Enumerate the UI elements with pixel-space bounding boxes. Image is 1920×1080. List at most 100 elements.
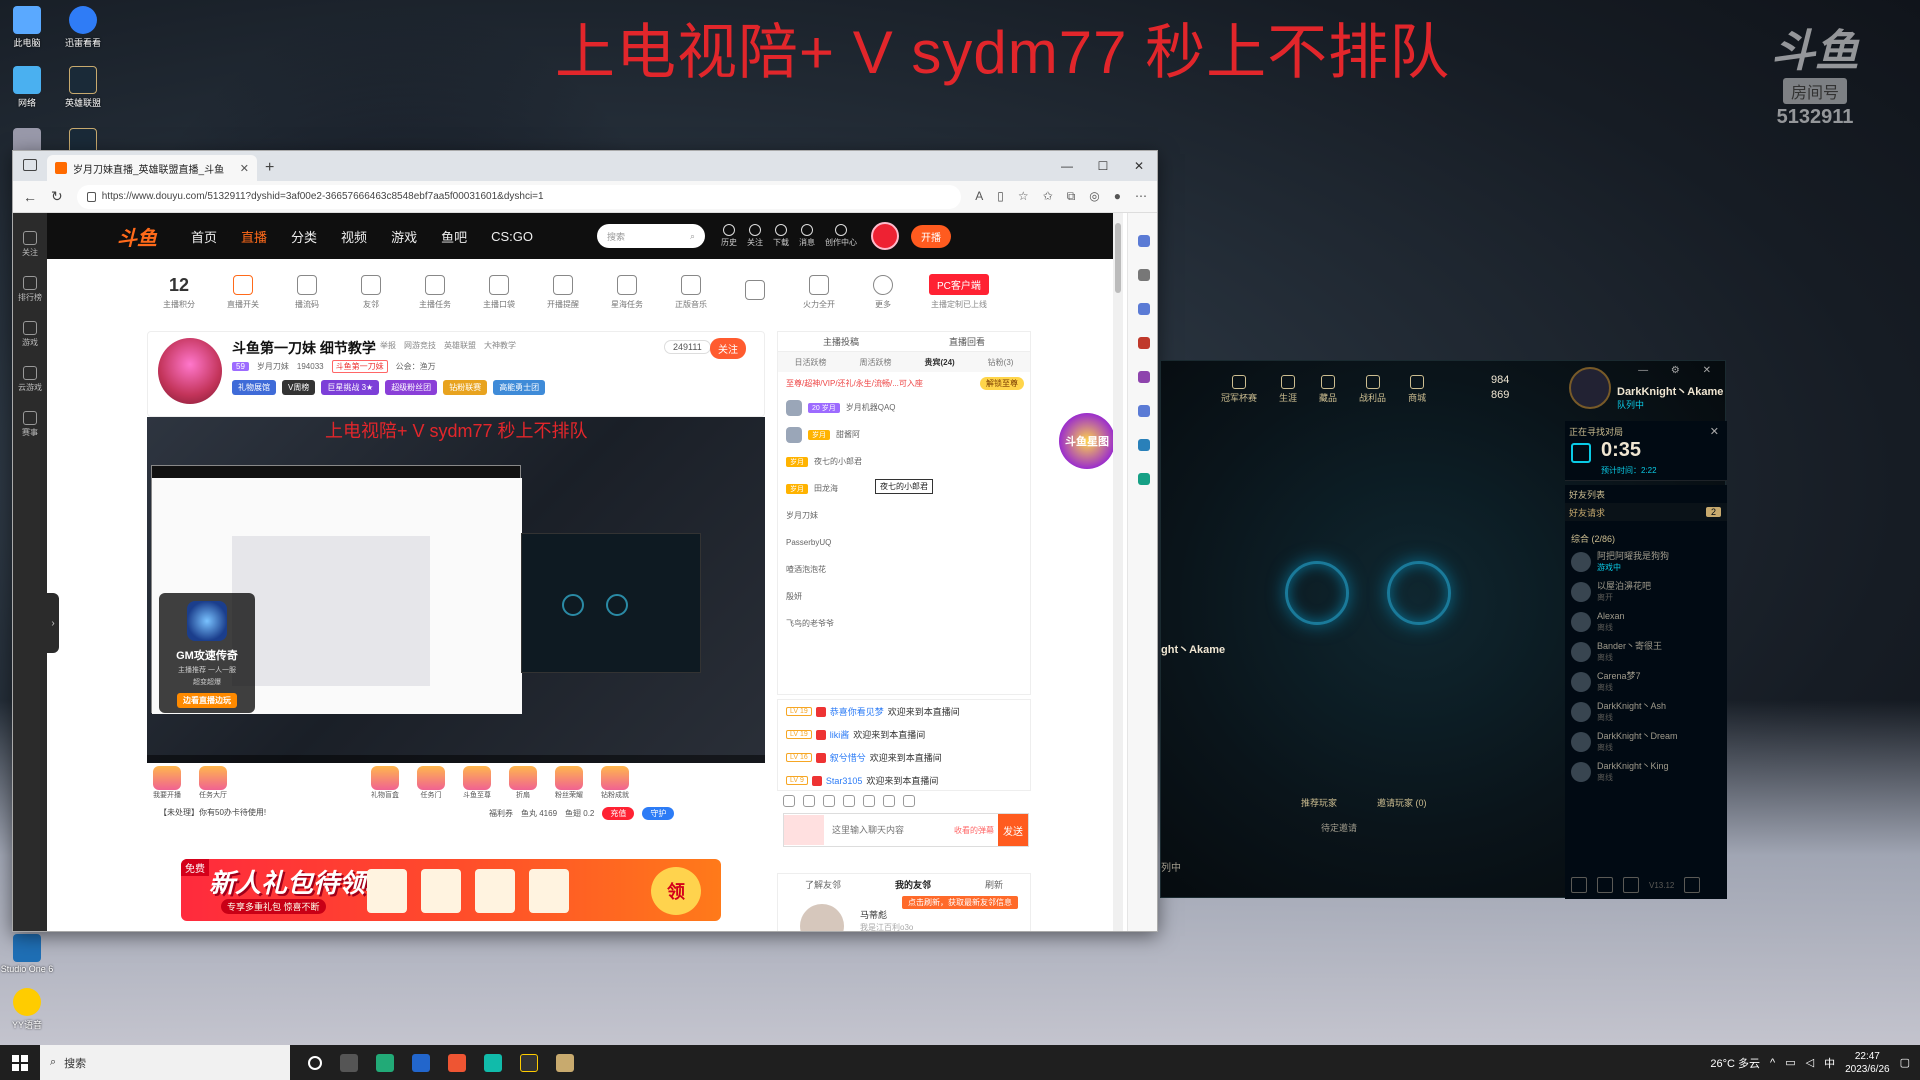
new-tab-icon[interactable]: +: [265, 159, 274, 177]
favorites-icon[interactable]: ✩: [1043, 189, 1053, 204]
list-item[interactable]: 飞鸟的老爷爷: [778, 610, 1030, 637]
guard-button[interactable]: 守护: [642, 807, 675, 820]
rail-game[interactable]: 游戏: [13, 321, 47, 348]
streamer-avatar[interactable]: [158, 338, 222, 404]
search-icon[interactable]: ⌕: [690, 231, 695, 242]
follow-button[interactable]: 关注: [710, 338, 746, 359]
fan-badge-icon[interactable]: [784, 815, 824, 845]
learn-neighbors[interactable]: 了解友邻: [805, 878, 841, 891]
lol-invite-tab[interactable]: 邀请玩家 (0): [1377, 796, 1427, 809]
lol-tab-store[interactable]: 商城: [1408, 374, 1426, 404]
tool-music[interactable]: 正版音乐: [659, 274, 723, 310]
tag-icon[interactable]: [1137, 303, 1150, 315]
streamer-name[interactable]: 岁月刀妹: [257, 361, 289, 372]
pc-client[interactable]: PC客户端 主播定制已上线: [929, 274, 989, 310]
desktop-icon-pc[interactable]: 此电脑: [0, 6, 54, 49]
friend-name[interactable]: 马蒂彪: [860, 908, 887, 921]
lol-tab-collection[interactable]: 藏品: [1319, 374, 1337, 404]
lol-friend-item[interactable]: DarkKnight丶King 离线: [1565, 757, 1727, 787]
list-item[interactable]: 20 岁月 岁月机器QAQ: [778, 394, 1030, 421]
extensions-icon[interactable]: ◎: [1089, 189, 1099, 204]
list-item[interactable]: PasserbyUQ: [778, 529, 1030, 556]
bell-icon[interactable]: [1137, 235, 1150, 247]
video-control-bar[interactable]: [147, 755, 765, 763]
gift-fan[interactable]: 折扇: [503, 766, 543, 800]
tag-star-challenge[interactable]: 巨星挑战 3★: [321, 380, 380, 395]
desktop-icon-lol[interactable]: 英雄联盟: [56, 66, 110, 109]
send-button[interactable]: 发送: [998, 814, 1028, 846]
rail-match[interactable]: 赛事: [13, 411, 47, 438]
tag-fans[interactable]: 超级粉丝团: [385, 380, 438, 395]
tag-warriors[interactable]: 高能勇士团: [493, 380, 546, 395]
tool-tasks[interactable]: 主播任务: [403, 274, 467, 310]
profile-icon[interactable]: ●: [1114, 189, 1121, 204]
game-ad[interactable]: GM攻速传奇 主播推荐 一人一服 超变超爆 边看直播边玩: [159, 593, 255, 713]
tool-star-task[interactable]: 星海任务: [595, 274, 659, 310]
lol-tab-profile[interactable]: 生涯: [1279, 374, 1297, 404]
help-icon[interactable]: [1684, 877, 1701, 893]
my-neighbors[interactable]: 我的友邻: [895, 878, 931, 891]
desktop-icon-yy[interactable]: YY语音: [0, 988, 54, 1031]
taskbar-search[interactable]: ⌕ 搜索: [40, 1045, 290, 1080]
favorite-star-icon[interactable]: ☆: [1018, 189, 1029, 204]
gift-start-live[interactable]: 我要开播: [147, 766, 187, 800]
app-icon-3[interactable]: [448, 1053, 466, 1072]
games-icon[interactable]: [1137, 371, 1150, 383]
refresh-button[interactable]: 刷新: [985, 878, 1003, 891]
nav-yuba[interactable]: 鱼吧: [441, 227, 467, 246]
nav-live[interactable]: 直播: [241, 227, 267, 246]
tool-pocket[interactable]: 主播口袋: [467, 274, 531, 310]
chat-icon[interactable]: [1571, 877, 1587, 893]
user-avatar[interactable]: [871, 222, 899, 250]
card-icon[interactable]: [863, 795, 875, 807]
copilot-icon[interactable]: [1137, 405, 1150, 417]
start-button[interactable]: [0, 1054, 40, 1071]
rail-rank[interactable]: 排行榜: [13, 276, 47, 303]
app-icon-1[interactable]: [376, 1053, 394, 1072]
report-link[interactable]: 举报: [380, 340, 396, 351]
video-player[interactable]: 上电视陪+ V sydm77 秒上不排队 GM攻速传奇 主播推荐 一人一服 超变…: [147, 417, 765, 763]
browser-tab[interactable]: 岁月刀妹直播_英雄联盟直播_斗鱼 ✕: [47, 155, 257, 181]
mic-icon[interactable]: [1623, 877, 1639, 893]
search-icon[interactable]: [1137, 269, 1150, 281]
floating-badge[interactable]: 斗鱼星图: [1059, 413, 1115, 469]
more-menu-icon[interactable]: ⋯: [1135, 189, 1147, 204]
nav-video[interactable]: 视频: [341, 227, 367, 246]
speaker-icon[interactable]: [803, 795, 815, 807]
outlook-icon[interactable]: [1137, 439, 1150, 451]
pc-client-button[interactable]: PC客户端: [929, 274, 989, 295]
newbie-banner[interactable]: 免费 新人礼包待领取 专享多重礼包 惊喜不断 领: [181, 859, 721, 921]
lol-friend-group[interactable]: 综合 (2/86): [1565, 529, 1727, 547]
game-link[interactable]: 英雄联盟: [444, 340, 476, 351]
tool-more[interactable]: 更多: [851, 274, 915, 310]
lol-friend-item[interactable]: 以屋泊濞花吧 离开: [1565, 577, 1727, 607]
emoji-icon[interactable]: [783, 795, 795, 807]
banner-claim-button[interactable]: 领: [651, 867, 701, 915]
nav-home[interactable]: 首页: [191, 227, 217, 246]
settings-icon[interactable]: [903, 795, 915, 807]
maximize-icon[interactable]: ☐: [1085, 151, 1121, 181]
search-input[interactable]: 搜索 ⌕: [597, 224, 705, 248]
network-icon[interactable]: ▭: [1785, 1056, 1795, 1069]
lol-friend-item[interactable]: 阿把阿曜我是狗狗 游戏中: [1565, 547, 1727, 577]
close-icon[interactable]: ✕: [1121, 151, 1157, 181]
download-button[interactable]: 下载: [773, 224, 789, 248]
streamer-badge[interactable]: 斗鱼第一刀妹: [331, 360, 388, 373]
lol-profile[interactable]: DarkKnight丶Akame 队列中 — ⚙ ✕: [1565, 361, 1727, 417]
lol-friend-item[interactable]: Alexan 离线: [1565, 607, 1727, 637]
tab-actions-icon[interactable]: [23, 159, 37, 171]
tool-live-switch[interactable]: 直播开关: [211, 274, 275, 310]
lol-queue-cancel-icon[interactable]: ✕: [1710, 425, 1719, 438]
rail-expand-icon[interactable]: ›: [47, 593, 59, 653]
clock[interactable]: 22:47 2023/6/26: [1845, 1050, 1890, 1076]
list-item[interactable]: 岁月 夜七的小郎君: [778, 448, 1030, 475]
notice-text[interactable]: 【未处理】你有50办卡待使用!: [159, 807, 266, 818]
voucher[interactable]: 福利券: [489, 808, 513, 819]
tool-neighbors[interactable]: 友邻: [339, 274, 403, 310]
tag-link[interactable]: 大神教学: [484, 340, 516, 351]
split-screen-icon[interactable]: ▯: [997, 189, 1004, 204]
lol-friend-item[interactable]: DarkKnight丶Dream 离线: [1565, 727, 1727, 757]
page-scrollbar[interactable]: [1113, 213, 1123, 931]
tag-weekly[interactable]: V周榜: [282, 380, 316, 395]
category-link[interactable]: 网游竞技: [404, 340, 436, 351]
